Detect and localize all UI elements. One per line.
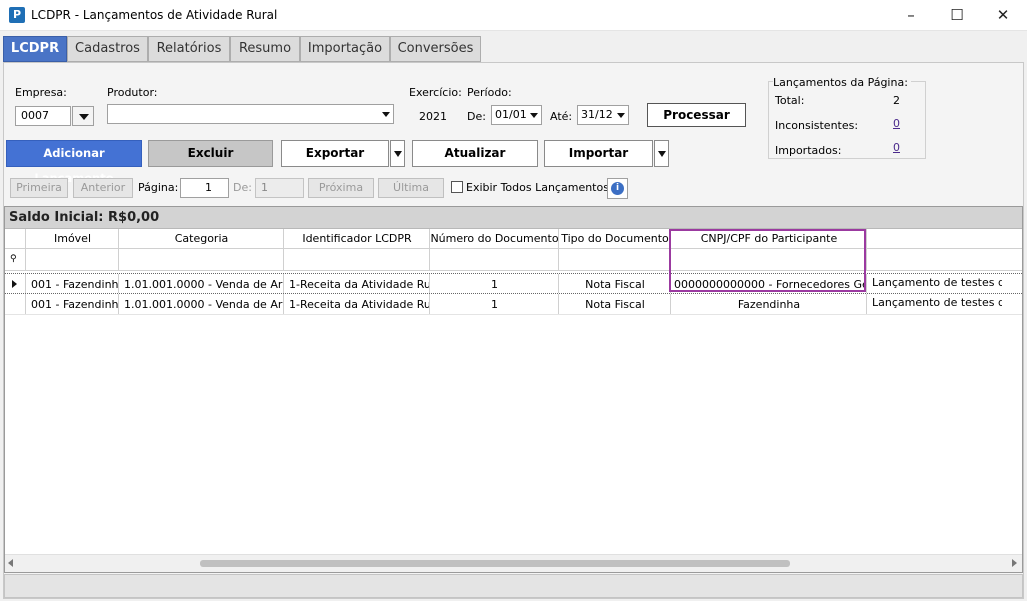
empresa-label: Empresa: — [15, 86, 67, 99]
tab-importacao[interactable]: Importação — [300, 36, 390, 62]
table-row[interactable]: 001 - Fazendinha 1.01.001.0000 - Venda d… — [5, 294, 1022, 315]
scrollbar-thumb[interactable] — [200, 560, 790, 567]
anterior-button[interactable]: Anterior — [73, 178, 133, 198]
total-paginas-field: 1 — [255, 178, 304, 198]
column-header-row: Imóvel Categoria Identificador LCDPR Núm… — [5, 229, 1022, 249]
cell-historico: Lançamento de testes de te — [872, 276, 1002, 289]
exercicio-value: 2021 — [419, 110, 447, 123]
info-button[interactable]: i — [607, 178, 628, 199]
importados-label: Importados: — [775, 144, 842, 157]
cell-numero: 1 — [491, 298, 498, 311]
window-title: LCDPR - Lançamentos de Atividade Rural — [31, 8, 278, 22]
cell-imovel: 001 - Fazendinha — [31, 278, 119, 291]
proxima-button[interactable]: Próxima — [308, 178, 374, 198]
exibir-todos-checkbox[interactable] — [451, 181, 463, 193]
excluir-button[interactable]: Excluir — [148, 140, 273, 167]
horizontal-scrollbar[interactable] — [5, 554, 1022, 572]
cell-participante: Fazendinha — [737, 298, 801, 311]
cell-categoria: 1.01.001.0000 - Venda de Arroz — [124, 278, 283, 291]
exibir-todos-label: Exibir Todos Lançamentos — [466, 181, 609, 194]
filter-pin-icon[interactable]: ⚲ — [10, 254, 17, 264]
tab-lcdpr[interactable]: LCDPR — [3, 36, 67, 62]
col-header-categoria[interactable]: Categoria — [119, 232, 284, 245]
atualizar-button[interactable]: Atualizar — [412, 140, 538, 167]
periodo-label: Período: — [467, 86, 512, 99]
empresa-dropdown-button[interactable] — [72, 106, 94, 126]
pagina-field[interactable]: 1 — [180, 178, 229, 198]
lancamentos-grid: Saldo Inicial: R$0,00 Imóvel Categoria I… — [4, 206, 1023, 573]
ate-label: Até: — [550, 110, 573, 123]
total-label: Total: — [775, 94, 805, 107]
inconsistentes-label: Inconsistentes: — [775, 119, 859, 132]
exportar-button[interactable]: Exportar — [281, 140, 389, 167]
periodo-ate-chevron-down-icon[interactable] — [614, 106, 628, 124]
produtor-field[interactable] — [107, 104, 394, 124]
col-header-tipo[interactable]: Tipo do Documento — [559, 232, 671, 245]
tab-relatorios[interactable]: Relatórios — [148, 36, 230, 62]
cell-categoria: 1.01.001.0000 - Venda de Arroz — [124, 298, 283, 311]
cell-tipo: Nota Fiscal — [585, 298, 645, 311]
ultima-button[interactable]: Última — [378, 178, 444, 198]
close-icon[interactable]: ✕ — [980, 0, 1026, 31]
total-value: 2 — [893, 94, 900, 107]
scroll-left-icon[interactable] — [8, 559, 13, 567]
tab-cadastros[interactable]: Cadastros — [67, 36, 148, 62]
col-header-identificador[interactable]: Identificador LCDPR — [284, 232, 430, 245]
adicionar-lancamento-button[interactable]: Adicionar Lançamento — [6, 140, 142, 185]
exercicio-label: Exercício: — [409, 86, 462, 99]
tab-conversoes[interactable]: Conversões — [390, 36, 481, 62]
periodo-de-chevron-down-icon[interactable] — [527, 106, 541, 124]
empresa-field[interactable]: 0007 — [15, 106, 71, 126]
col-header-imovel[interactable]: Imóvel — [26, 232, 119, 245]
participante-column-highlight — [669, 229, 866, 292]
primeira-button[interactable]: Primeira — [10, 178, 68, 198]
cell-identificador: 1-Receita da Atividade Rural — [289, 278, 429, 291]
scroll-right-icon[interactable] — [1012, 559, 1017, 567]
info-icon: i — [611, 182, 624, 195]
row-selector-icon — [12, 280, 17, 288]
importar-dropdown-icon[interactable] — [654, 140, 669, 167]
processar-button[interactable]: Processar — [647, 103, 746, 127]
produtor-chevron-down-icon[interactable] — [379, 105, 393, 123]
cell-imovel: 001 - Fazendinha — [31, 298, 119, 311]
title-bar: P LCDPR - Lançamentos de Atividade Rural… — [0, 0, 1027, 31]
de-label: De: — [467, 110, 486, 123]
filter-row: ⚲ — [5, 249, 1022, 271]
col-header-numero[interactable]: Número do Documento — [430, 232, 559, 245]
cell-identificador: 1-Receita da Atividade Rural — [289, 298, 429, 311]
app-logo-icon: P — [9, 7, 25, 23]
cell-tipo: Nota Fiscal — [585, 278, 645, 291]
tab-resumo[interactable]: Resumo — [230, 36, 300, 62]
maximize-icon[interactable]: ☐ — [934, 0, 980, 31]
exportar-dropdown-icon[interactable] — [390, 140, 405, 167]
minimize-icon[interactable]: – — [888, 0, 934, 31]
saldo-inicial-label: Saldo Inicial: R$0,00 — [5, 207, 1022, 229]
cell-numero: 1 — [491, 278, 498, 291]
importados-link[interactable]: 0 — [893, 141, 900, 154]
de-pagina-label: De: — [233, 181, 252, 194]
summary-title: Lançamentos da Página: — [773, 76, 911, 89]
cell-historico: Lançamento de testes de te — [872, 296, 1002, 309]
pagina-label: Página: — [138, 181, 179, 194]
inconsistentes-link[interactable]: 0 — [893, 117, 900, 130]
importar-button[interactable]: Importar — [544, 140, 653, 167]
produtor-label: Produtor: — [107, 86, 158, 99]
status-bar — [4, 574, 1023, 598]
table-row[interactable]: 001 - Fazendinha 1.01.001.0000 - Venda d… — [5, 273, 1022, 294]
